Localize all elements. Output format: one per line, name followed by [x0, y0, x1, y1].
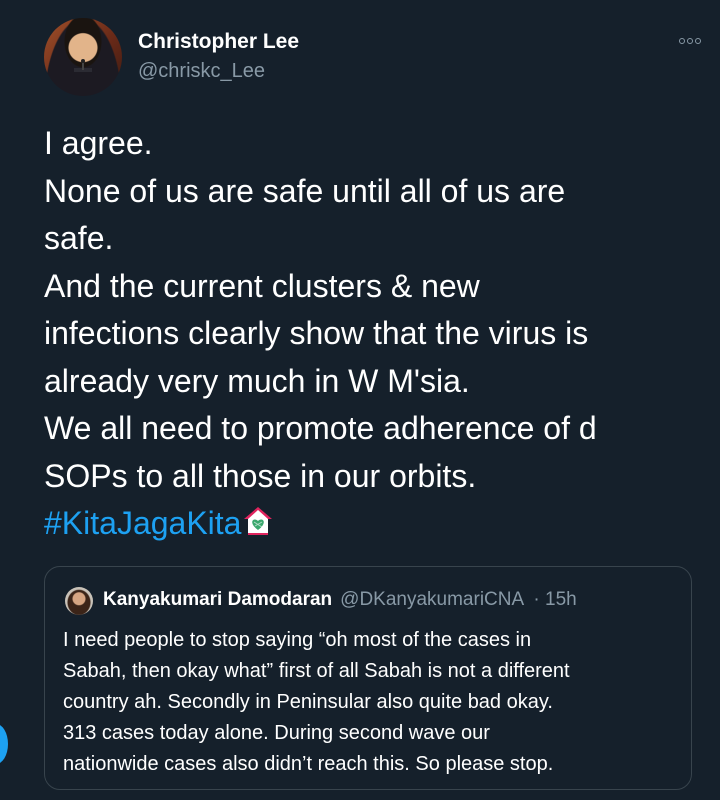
- author-handle[interactable]: @chriskc_Lee: [138, 60, 265, 83]
- quoted-timestamp[interactable]: · 15h: [533, 589, 576, 610]
- quoted-line: I need people to stop saying “oh most of…: [63, 629, 532, 651]
- house-with-heart-icon: [241, 504, 275, 538]
- tweet-body: I agree. None of us are safe until all o…: [44, 120, 704, 548]
- quoted-tweet-header: Kanyakumari Damodaran @DKanyakumariCNA · …: [103, 589, 577, 611]
- floating-action-button-edge[interactable]: [0, 724, 8, 764]
- tweet-line: I agree.: [44, 125, 153, 161]
- author-avatar[interactable]: [44, 18, 122, 96]
- hashtag-link[interactable]: #KitaJagaKita: [44, 505, 241, 541]
- tweet-line: We all need to promote adherence of d: [44, 410, 597, 446]
- tweet-line: SOPs to all those in our orbits.: [44, 457, 477, 494]
- tweet-line: already very much in W M'sia.: [44, 362, 470, 399]
- quoted-line: 313 cases today alone. During second wav…: [63, 722, 490, 744]
- quoted-tweet-body: I need people to stop saying “oh most of…: [63, 625, 683, 780]
- quoted-author-avatar[interactable]: [65, 587, 93, 615]
- quoted-line: Sabah, then okay what” first of all Saba…: [63, 660, 570, 682]
- tweet-line: And the current clusters & new: [44, 267, 480, 304]
- author-name[interactable]: Christopher Lee: [138, 30, 299, 54]
- quoted-author-name[interactable]: Kanyakumari Damodaran: [103, 589, 332, 610]
- tweet-line: None of us are safe until all of us are: [44, 172, 566, 209]
- more-options-icon[interactable]: [676, 34, 704, 48]
- quoted-line: country ah. Secondly in Peninsular also …: [63, 691, 553, 713]
- quoted-tweet-card[interactable]: Kanyakumari Damodaran @DKanyakumariCNA · …: [44, 566, 692, 790]
- tweet-line: infections clearly show that the virus i…: [44, 315, 589, 351]
- quoted-author-handle[interactable]: @DKanyakumariCNA: [340, 589, 523, 610]
- tweet-header: Christopher Lee @chriskc_Lee: [44, 18, 704, 98]
- quoted-line: nationwide cases also didn’t reach this.…: [63, 753, 554, 775]
- tweet-line: safe.: [44, 220, 114, 256]
